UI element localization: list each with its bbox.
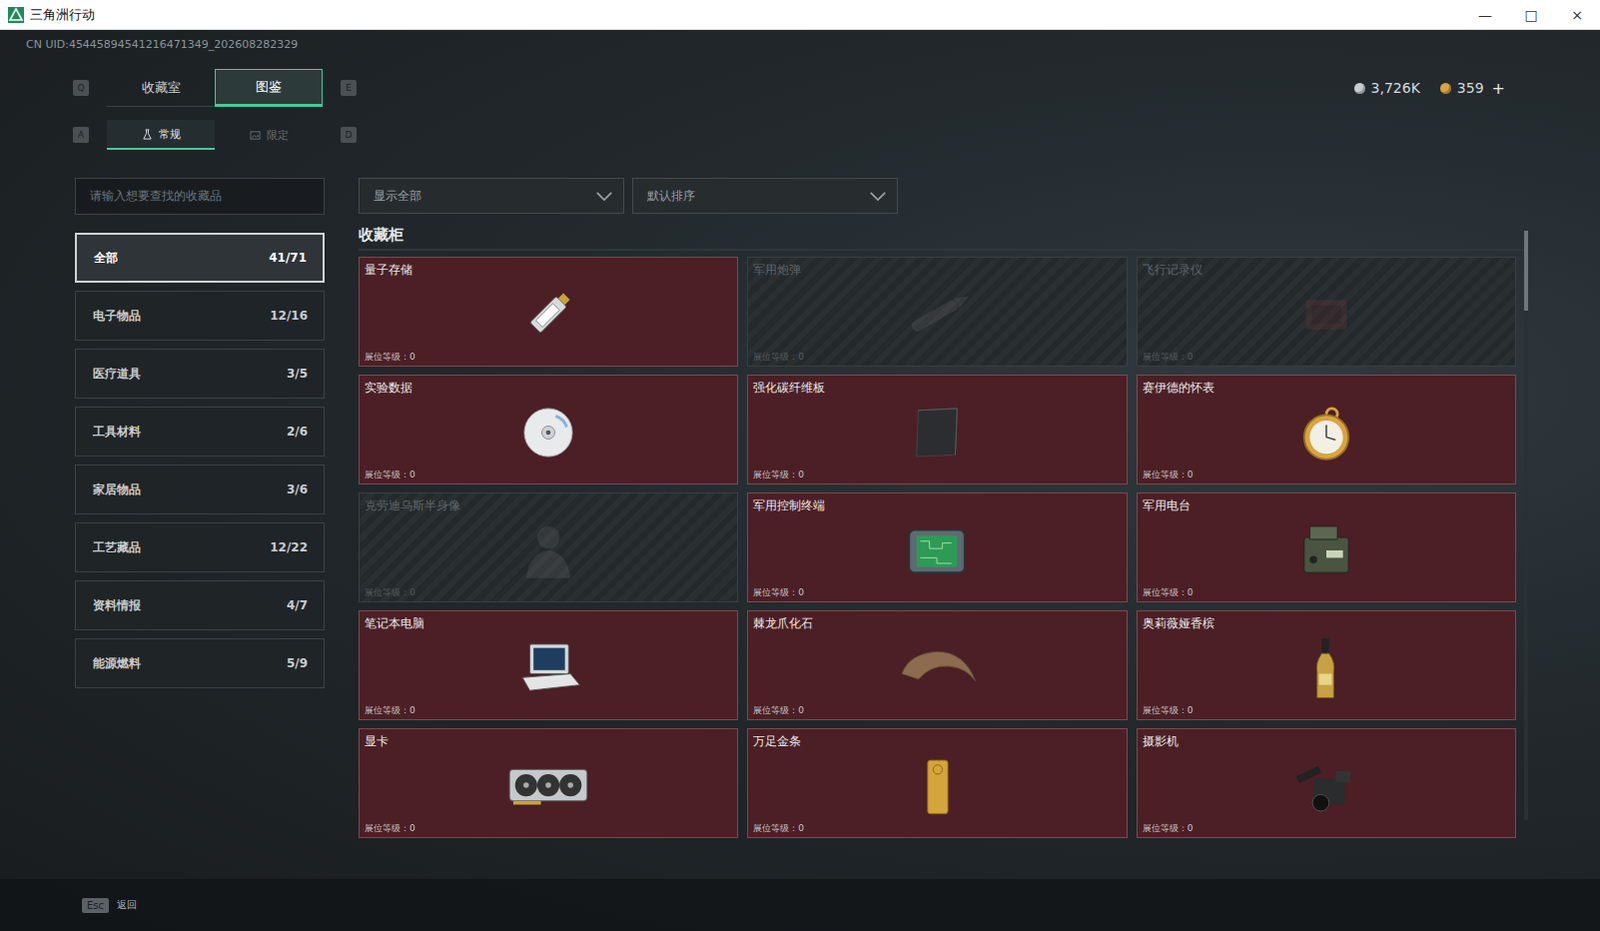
- filter-dropdown[interactable]: 默认排序: [632, 177, 898, 214]
- scrollbar[interactable]: [1524, 230, 1529, 820]
- category-item[interactable]: 工艺藏品12/22: [74, 522, 325, 573]
- collection-card[interactable]: 实验数据展位等级：0: [358, 374, 739, 485]
- back-label[interactable]: 返回: [116, 897, 137, 912]
- collection-card[interactable]: 笔记本电脑展位等级：0: [358, 610, 739, 721]
- currency-item: 359: [1440, 79, 1485, 96]
- item-picture-icon: [498, 749, 599, 823]
- flask-icon: [141, 128, 153, 140]
- search-field[interactable]: 请输入想要查找的收藏品: [74, 177, 325, 215]
- item-picture-icon: [1276, 631, 1377, 706]
- window-control[interactable]: ×: [1554, 0, 1600, 30]
- uid-label: CN UID:45445894541216471349_202608282329: [0, 29, 1600, 68]
- picture-icon: [249, 129, 261, 141]
- category-item[interactable]: 电子物品12/16: [74, 290, 325, 341]
- key-hint: E: [340, 79, 357, 96]
- window-title: 三角洲行动: [29, 5, 95, 24]
- item-picture-icon: [498, 395, 599, 470]
- category-item[interactable]: 家居物品3/6: [74, 464, 325, 515]
- collection-card[interactable]: 摄影机展位等级：0: [1136, 728, 1517, 838]
- window-control[interactable]: □: [1508, 0, 1555, 30]
- collection-card[interactable]: 赛伊德的怀表展位等级：0: [1136, 374, 1517, 485]
- key-hint: A: [72, 126, 89, 143]
- title-bar: 三角洲行动 —□×: [0, 0, 1600, 30]
- collection-card[interactable]: 奥莉薇娅香槟展位等级：0: [1136, 610, 1517, 721]
- item-picture-icon: [498, 277, 599, 352]
- collection-card[interactable]: 量子存储展位等级：0: [358, 256, 739, 367]
- item-picture-icon: [886, 395, 987, 470]
- category-item[interactable]: 医疗道具3/5: [74, 348, 325, 399]
- main-tab[interactable]: 图鉴: [214, 68, 323, 107]
- back-key[interactable]: Esc: [81, 897, 109, 913]
- category-list: 全部41/71 电子物品12/16 医疗道具3/5 工具材料2/6 家居物品3/6 工艺藏…: [74, 232, 325, 689]
- key-hint: D: [340, 126, 357, 143]
- collection-card[interactable]: 克劳迪乌斯半身像展位等级：0: [358, 492, 739, 603]
- collection-grid: 量子存储展位等级：0军用炮弹展位等级：0飞行记录仪展位等级：0 实验数据展位等级：…: [358, 256, 1517, 838]
- coin-icon: [1440, 82, 1452, 94]
- item-picture-icon: [1276, 395, 1377, 470]
- collection-card[interactable]: 万足金条展位等级：0: [747, 728, 1127, 838]
- item-picture-icon: [886, 277, 987, 352]
- currency-bar: 3,726K 359 +: [1354, 78, 1506, 98]
- collection-card[interactable]: 强化碳纤维板展位等级：0: [747, 374, 1127, 485]
- item-picture-icon: [886, 513, 987, 588]
- item-picture-icon: [1276, 513, 1377, 588]
- filter-dropdown[interactable]: 显示全部: [358, 177, 625, 214]
- game-body: CN UID:45445894541216471349_202608282329…: [0, 29, 1600, 931]
- add-currency-button[interactable]: +: [1492, 78, 1506, 98]
- item-picture-icon: [886, 631, 987, 706]
- window-control[interactable]: —: [1462, 0, 1509, 30]
- bottom-bar: Esc 返回: [0, 878, 1600, 931]
- sub-tab[interactable]: 常规: [106, 119, 215, 150]
- chevron-down-icon: [868, 190, 887, 202]
- game-window: 三角洲行动 —□×CN UID:45445894541216471349_2026…: [0, 0, 1600, 931]
- sub-tab[interactable]: 限定: [214, 119, 323, 150]
- game-logo-icon: [7, 6, 24, 23]
- item-picture-icon: [886, 749, 987, 823]
- collection-card[interactable]: 军用炮弹展位等级：0: [747, 256, 1127, 367]
- collection-card[interactable]: 军用控制终端展位等级：0: [747, 492, 1127, 603]
- category-item[interactable]: 全部41/71: [74, 232, 325, 283]
- collection-card[interactable]: 军用电台展位等级：0: [1136, 492, 1517, 603]
- item-picture-icon: [498, 631, 599, 706]
- collection-card[interactable]: 飞行记录仪展位等级：0: [1136, 256, 1517, 367]
- collection-card[interactable]: 显卡展位等级：0: [358, 728, 739, 838]
- main-tab[interactable]: 收藏室: [106, 68, 215, 107]
- item-picture-icon: [498, 513, 599, 588]
- collection-card[interactable]: 棘龙爪化石展位等级：0: [747, 610, 1127, 721]
- category-item[interactable]: 资料情报4/7: [74, 580, 325, 631]
- key-hint: Q: [72, 79, 89, 96]
- item-picture-icon: [1276, 749, 1377, 823]
- section-title: 收藏柜: [358, 225, 1529, 251]
- coin-icon: [1354, 82, 1366, 94]
- category-item[interactable]: 工具材料2/6: [74, 406, 325, 457]
- main-tabs: 收藏室图鉴: [106, 68, 323, 107]
- currency-item: 3,726K: [1354, 79, 1421, 96]
- category-item[interactable]: 能源燃料5/9: [74, 638, 325, 689]
- chevron-down-icon: [595, 190, 614, 202]
- item-picture-icon: [1276, 277, 1377, 352]
